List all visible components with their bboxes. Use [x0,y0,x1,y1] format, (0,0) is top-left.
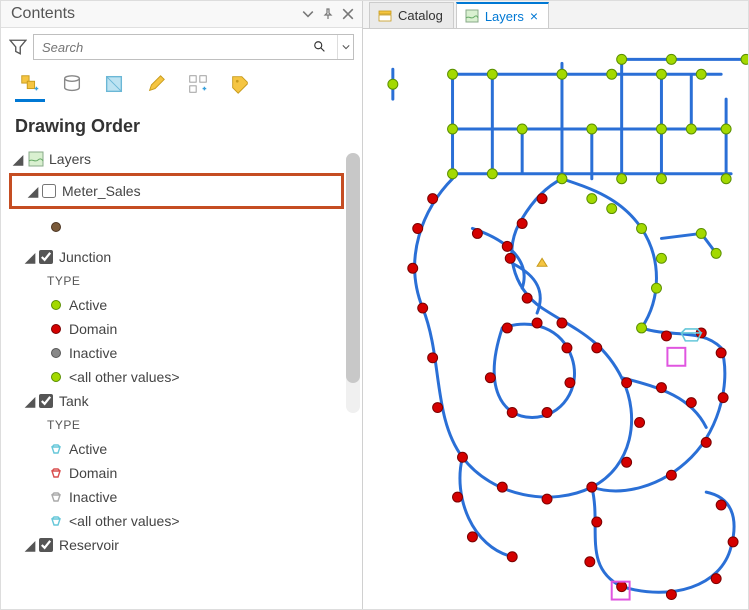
junction-domain-row: Domain [9,317,362,341]
tank-inactive-row: Inactive [9,485,362,509]
layer-reservoir-checkbox[interactable] [39,538,53,552]
meter-sales-symbol-row [9,215,362,239]
tank-domain-label: Domain [69,465,117,481]
layer-tank-checkbox[interactable] [39,394,53,408]
dot-green-icon [51,300,61,310]
layer-junction-label: Junction [59,249,111,265]
tank-active-row: Active [9,437,362,461]
layer-tree: ◢ Layers ◢ Meter_Sales ◢ Junction TYPE A… [1,145,362,609]
list-by-labeling-button[interactable] [225,70,255,102]
catalog-icon [378,9,392,23]
junction-other-row: <all other values> [9,365,362,389]
map-icon [27,151,45,167]
highlight-meter-sales: ◢ Meter_Sales [9,173,344,209]
tank-active-label: Active [69,441,107,457]
junction-domain-label: Domain [69,321,117,337]
layer-meter-sales-label: Meter_Sales [62,183,141,199]
search-box [33,34,354,60]
collapse-icon[interactable]: ◢ [23,538,37,552]
tank-domain-icon [50,467,62,479]
view-tabs: Catalog Layers × [363,1,748,29]
junction-active-row: Active [9,293,362,317]
map-view[interactable] [363,29,748,609]
layer-meter-sales-checkbox[interactable] [42,184,56,198]
dropdown-icon[interactable] [300,6,316,22]
junction-inactive-label: Inactive [69,345,117,361]
layer-junction-checkbox[interactable] [39,250,53,264]
layer-tank-row[interactable]: ◢ Tank [9,389,362,413]
point-symbol-icon [51,222,61,232]
contents-header: Contents [1,1,362,28]
junction-other-label: <all other values> [69,369,180,385]
tree-scrollbar[interactable] [346,153,360,413]
tank-other-label: <all other values> [69,513,180,529]
junction-type-header: TYPE [9,269,362,293]
contents-panel: Contents [1,1,363,609]
collapse-icon[interactable]: ◢ [23,250,37,264]
list-by-drawing-order-button[interactable] [15,70,45,102]
tank-type-header: TYPE [9,413,362,437]
layer-meter-sales-row[interactable]: ◢ Meter_Sales [12,179,341,203]
tab-catalog[interactable]: Catalog [369,2,454,28]
tab-close-icon[interactable]: × [530,9,538,23]
layers-root-label: Layers [49,151,91,167]
list-by-editing-button[interactable] [141,70,171,102]
list-by-selection-button[interactable] [99,70,129,102]
search-row [1,28,362,66]
layer-reservoir-row[interactable]: ◢ Reservoir [9,533,362,557]
junction-inactive-row: Inactive [9,341,362,365]
search-input[interactable] [34,40,313,55]
layer-reservoir-label: Reservoir [59,537,119,553]
main-area: Catalog Layers × [363,1,748,609]
tank-inactive-label: Inactive [69,489,117,505]
pin-icon[interactable] [320,6,336,22]
layer-junction-row[interactable]: ◢ Junction [9,245,362,269]
dot-red-icon [51,324,61,334]
tank-other-icon [50,515,62,527]
close-icon[interactable] [340,6,356,22]
tank-other-row: <all other values> [9,509,362,533]
junction-active-label: Active [69,297,107,313]
contents-title: Contents [11,5,296,23]
tab-layers-label: Layers [485,9,524,24]
tank-active-icon [50,443,62,455]
filter-icon[interactable] [9,38,27,56]
dot-green-icon [51,372,61,382]
list-by-snapping-button[interactable] [183,70,213,102]
tab-layers[interactable]: Layers × [456,2,549,28]
tank-inactive-icon [50,491,62,503]
map-icon [465,9,479,23]
search-icon[interactable] [313,40,337,54]
dot-gray-icon [51,348,61,358]
search-dropdown-icon[interactable] [337,35,353,59]
network-map-svg [363,29,748,609]
list-by-data-source-button[interactable] [57,70,87,102]
drawing-order-title: Drawing Order [1,102,362,145]
tank-domain-row: Domain [9,461,362,485]
collapse-icon[interactable]: ◢ [11,152,25,166]
tab-catalog-label: Catalog [398,8,443,23]
collapse-icon[interactable]: ◢ [26,184,40,198]
layer-tank-label: Tank [59,393,89,409]
layers-root-row[interactable]: ◢ Layers [9,147,362,171]
toc-toolbar [1,66,362,102]
collapse-icon[interactable]: ◢ [23,394,37,408]
